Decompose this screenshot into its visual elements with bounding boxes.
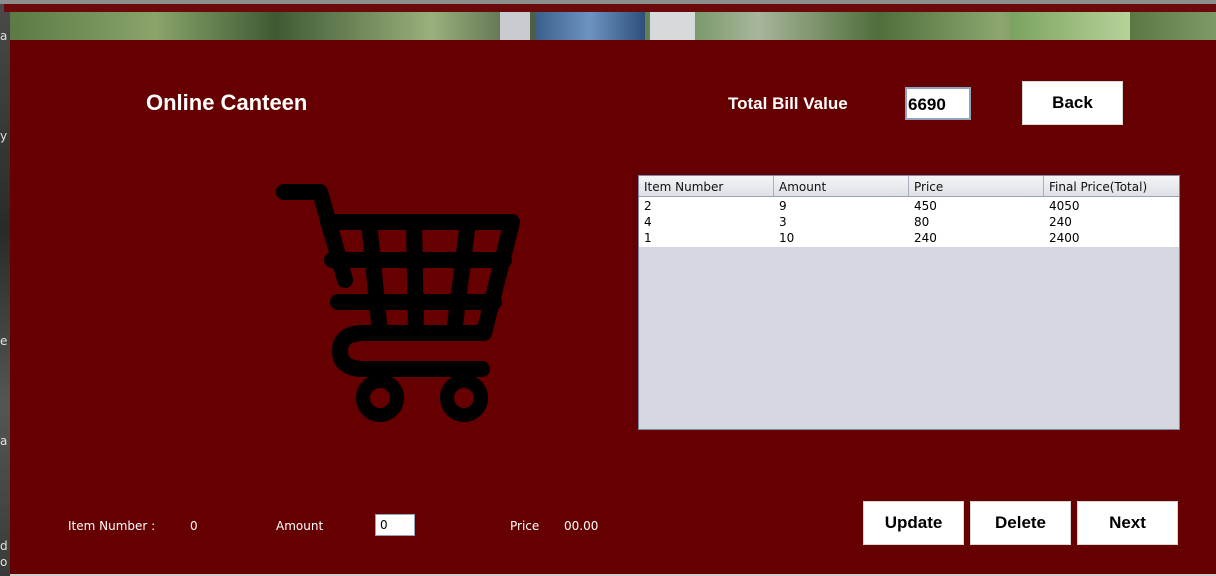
item-number-label: Item Number : bbox=[68, 519, 156, 533]
amount-label: Amount bbox=[276, 519, 324, 533]
update-button[interactable]: Update bbox=[863, 501, 964, 545]
total-bill-label: Total Bill Value bbox=[728, 94, 848, 113]
next-button[interactable]: Next bbox=[1077, 501, 1178, 545]
back-button[interactable]: Back bbox=[1022, 81, 1123, 125]
background-text-fragment: o bbox=[0, 555, 8, 569]
table-cell: 3 bbox=[779, 215, 787, 229]
table-cell: 240 bbox=[1049, 215, 1072, 229]
campus-banner-image bbox=[10, 12, 1216, 40]
price-value: 00.00 bbox=[564, 519, 599, 533]
background-text-fragment: y bbox=[0, 129, 8, 143]
window-title-strip bbox=[4, 4, 1216, 12]
background-text-fragment: a bbox=[0, 434, 8, 448]
total-bill-field[interactable]: 6690 bbox=[905, 87, 971, 120]
table-cell: 450 bbox=[914, 199, 937, 213]
price-label: Price bbox=[510, 519, 540, 533]
item-number-value: 0 bbox=[190, 519, 198, 533]
amount-input[interactable]: 0 bbox=[375, 514, 415, 536]
table-row[interactable]: 1 10 240 2400 bbox=[639, 231, 1179, 247]
background-text-fragment: d bbox=[0, 539, 8, 553]
table-row[interactable]: 2 9 450 4050 bbox=[639, 199, 1179, 215]
column-header-item-number[interactable]: Item Number bbox=[639, 176, 774, 196]
banner-lawn bbox=[1010, 12, 1130, 40]
shopping-cart-icon bbox=[276, 184, 520, 422]
table-cell: 4050 bbox=[1049, 199, 1080, 213]
main-panel: Online Canteen Total Bill Value 6690 Bac… bbox=[10, 40, 1216, 574]
background-window-strip: a y e a d o bbox=[0, 0, 10, 576]
table-cell: 240 bbox=[914, 231, 937, 245]
column-header-price[interactable]: Price bbox=[909, 176, 1044, 196]
table-cell: 2400 bbox=[1049, 231, 1080, 245]
banner-building bbox=[535, 12, 645, 40]
background-text-fragment: a bbox=[0, 29, 8, 43]
table-cell: 10 bbox=[779, 231, 795, 245]
delete-button[interactable]: Delete bbox=[970, 501, 1071, 545]
table-cell: 1 bbox=[644, 231, 652, 245]
table-cell: 9 bbox=[779, 199, 787, 213]
table-cell: 80 bbox=[914, 215, 930, 229]
table-cell: 2 bbox=[644, 199, 652, 213]
order-table[interactable]: Item Number Amount Price Final Price(Tot… bbox=[638, 175, 1180, 430]
column-header-amount[interactable]: Amount bbox=[774, 176, 909, 196]
table-body: 2 9 450 4050 4 3 80 240 1 10 240 2400 bbox=[639, 197, 1179, 247]
column-header-final-price[interactable]: Final Price(Total) bbox=[1044, 176, 1179, 196]
table-header: Item Number Amount Price Final Price(Tot… bbox=[639, 176, 1179, 197]
table-cell: 4 bbox=[644, 215, 652, 229]
background-text-fragment: e bbox=[0, 334, 8, 348]
table-row[interactable]: 4 3 80 240 bbox=[639, 215, 1179, 231]
page-title: Online Canteen bbox=[146, 90, 308, 115]
banner-building bbox=[500, 12, 530, 40]
banner-building bbox=[650, 12, 695, 40]
